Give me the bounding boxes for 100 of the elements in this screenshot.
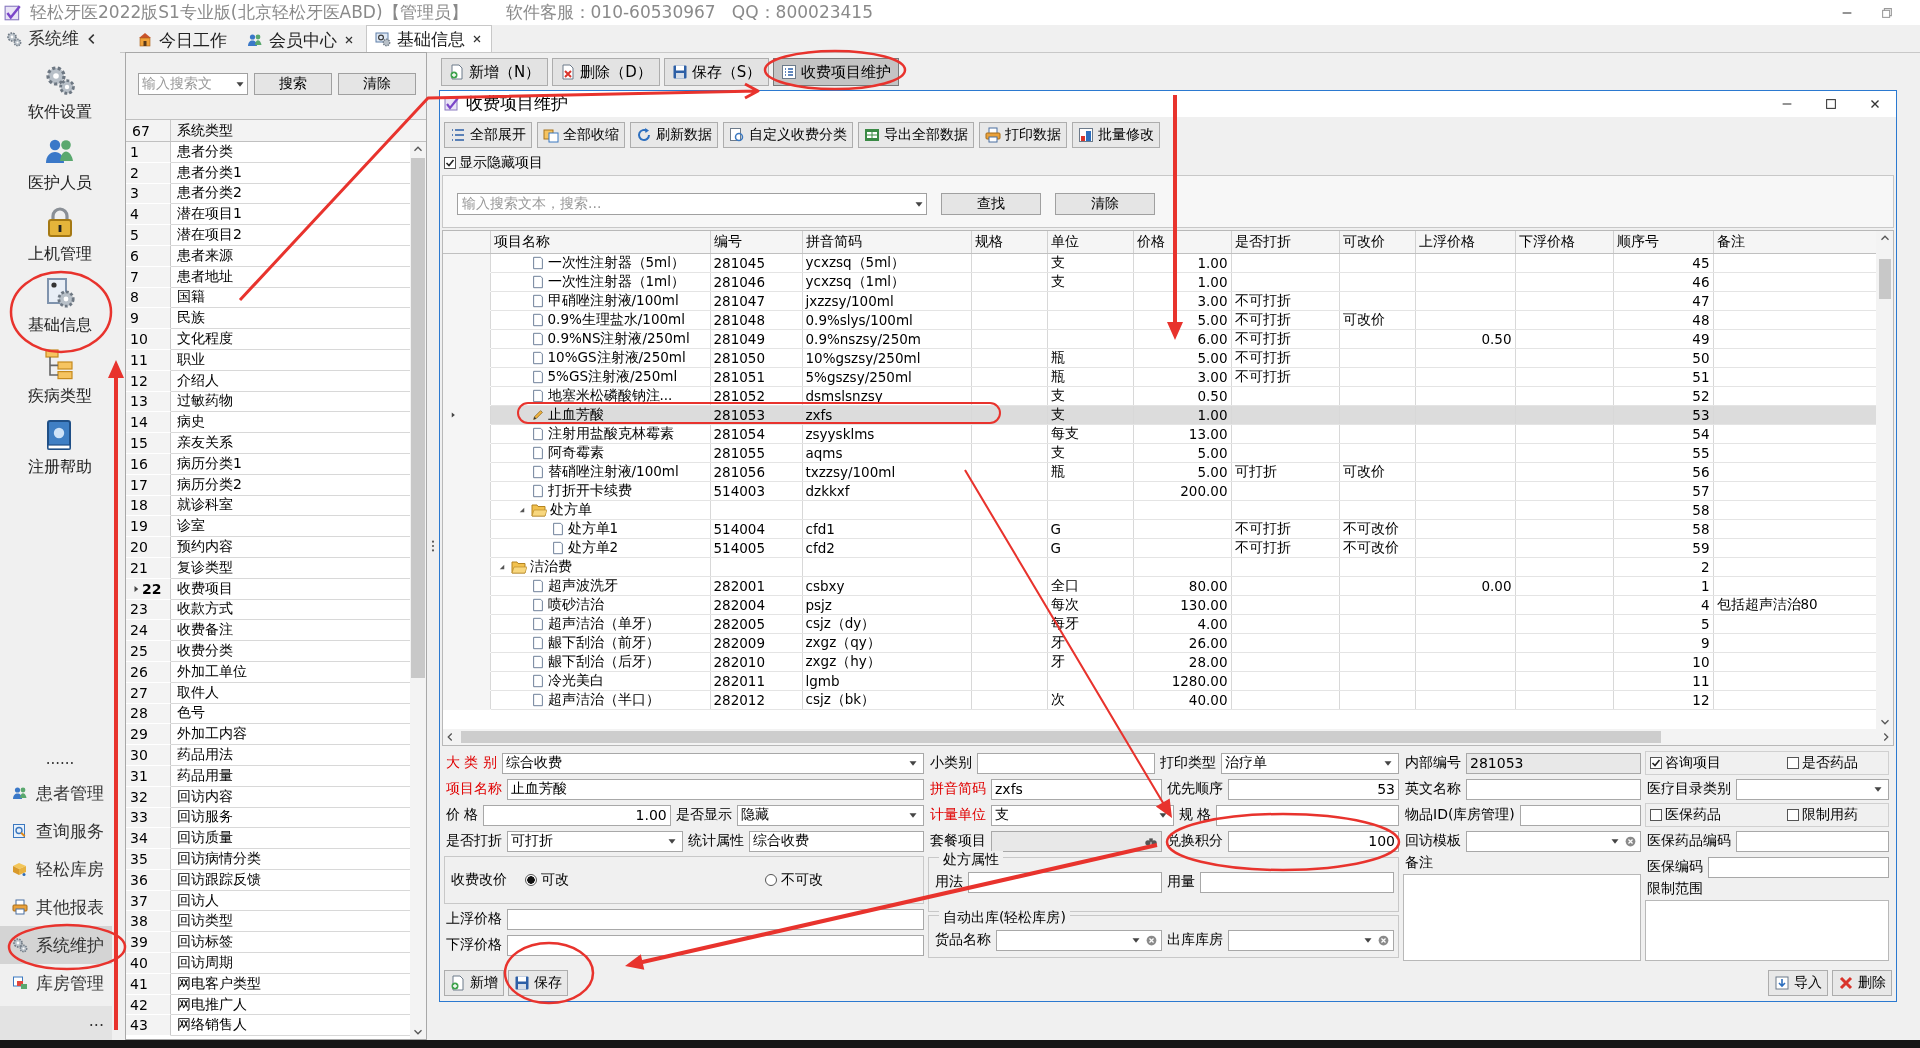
- list-item[interactable]: 亲友关系: [171, 433, 410, 454]
- dropdown-field[interactable]: [1228, 929, 1394, 951]
- list-item[interactable]: 回访标签: [171, 932, 410, 954]
- toolbar-button[interactable]: 批量修改: [1072, 121, 1160, 148]
- tab[interactable]: 基础信息: [366, 25, 492, 52]
- list-item[interactable]: 网电推广人: [171, 994, 410, 1016]
- column-header[interactable]: 价格: [1133, 231, 1231, 254]
- dropdown-field[interactable]: 支: [991, 804, 1174, 826]
- table-row[interactable]: 处方单1 514004 cfd1 G 不可打折 不可改价 58: [443, 519, 1876, 539]
- nav-item[interactable]: 上机管理: [5, 204, 115, 275]
- dropdown-field[interactable]: 治疗单: [1221, 752, 1399, 774]
- checkbox[interactable]: 医保药品: [1650, 806, 1747, 824]
- list-item[interactable]: 职业: [171, 349, 410, 371]
- column-header[interactable]: 拼音简码: [802, 231, 971, 254]
- footer-button[interactable]: 新增: [444, 970, 504, 996]
- toolbar-button[interactable]: 全部收缩: [537, 121, 625, 148]
- dropdown-field[interactable]: [1736, 778, 1889, 800]
- list-item[interactable]: 国籍: [171, 287, 410, 309]
- close-icon[interactable]: [343, 34, 355, 46]
- nav-item[interactable]: 基础信息: [5, 275, 115, 346]
- radio-option[interactable]: 不可改: [765, 871, 823, 889]
- clear-icon[interactable]: [1377, 933, 1390, 947]
- vertical-scrollbar[interactable]: [1876, 231, 1893, 729]
- scrollbar-thumb[interactable]: [411, 158, 425, 678]
- toolbar-button[interactable]: 刷新数据: [630, 121, 718, 148]
- input-field[interactable]: [507, 934, 924, 956]
- maximize-icon[interactable]: [1824, 96, 1838, 111]
- list-item[interactable]: 预约内容: [171, 537, 410, 558]
- input-field[interactable]: [1200, 871, 1394, 893]
- input-field[interactable]: 综合收费: [748, 830, 924, 852]
- table-row[interactable]: 龈下刮治（后牙） 282010 zxgz（hy） 牙 28.00 10: [443, 652, 1876, 672]
- list-item[interactable]: 介绍人: [171, 370, 410, 392]
- table-row[interactable]: 超声洁治（半口） 282012 csjz（bk） 次 40.00 12: [443, 690, 1876, 710]
- scrollbar-thumb[interactable]: [1878, 259, 1891, 300]
- input-field[interactable]: 281053: [1466, 752, 1641, 774]
- list-item[interactable]: 诊室: [171, 516, 410, 538]
- list-item[interactable]: 网电客户类型: [171, 973, 410, 995]
- toolbar-button[interactable]: 全部展开: [444, 121, 532, 148]
- list-item[interactable]: 外加工单位: [171, 661, 410, 683]
- restore-icon[interactable]: [1880, 5, 1894, 20]
- search-button[interactable]: 搜索: [254, 73, 332, 95]
- clear-icon[interactable]: [1145, 933, 1158, 947]
- footer-button[interactable]: 导入: [1768, 970, 1828, 996]
- list-item[interactable]: 患者分类: [171, 142, 410, 163]
- toolbar-button[interactable]: 打印数据: [979, 121, 1067, 148]
- nav-item[interactable]: 其他报表: [0, 888, 112, 926]
- list-item[interactable]: 回访人: [171, 890, 410, 912]
- list-item[interactable]: 患者分类2: [171, 183, 410, 205]
- list-item[interactable]: 色号: [171, 703, 410, 725]
- table-row[interactable]: 甲硝唑注射液/100ml 281047 jxzzsy/100ml 3.00 不可打折 47: [443, 291, 1876, 311]
- toolbar-button[interactable]: 新增（N）: [441, 58, 549, 86]
- table-row[interactable]: 打折开卡续费 514003 dzkkxf 200.00 57: [443, 481, 1876, 501]
- table-row[interactable]: 阿奇霉素 281055 aqms 支 5.00 55: [443, 443, 1876, 463]
- toolbar-button[interactable]: 删除（D）: [552, 58, 660, 86]
- clear-icon[interactable]: [1624, 834, 1637, 848]
- input-field[interactable]: [968, 871, 1162, 893]
- list-item[interactable]: 病史: [171, 412, 410, 434]
- input-field[interactable]: 100: [1228, 830, 1399, 852]
- table-row[interactable]: 龈下刮治（前牙） 282009 zxgz（qy） 牙 26.00 9: [443, 633, 1876, 653]
- nav-item[interactable]: 查询服务: [0, 812, 112, 850]
- list-item[interactable]: 患者分类1: [171, 162, 410, 184]
- column-header[interactable]: 编号: [710, 231, 802, 254]
- list-item[interactable]: 收费分类: [171, 641, 410, 662]
- list-item[interactable]: 过敏药物: [171, 391, 410, 413]
- close-icon[interactable]: [471, 33, 483, 45]
- input-field[interactable]: [1708, 856, 1889, 878]
- checkbox[interactable]: 咨询项目: [1650, 754, 1747, 772]
- nav-item[interactable]: 疾病类型: [5, 346, 115, 417]
- table-row[interactable]: 10%GS注射液/250ml 281050 10%gszsy/250ml 瓶 5.00 不可打折 50: [443, 348, 1876, 368]
- table-row[interactable]: 替硝唑注射液/100ml 281056 txzzsy/100ml 瓶 5.00 可打折 可改价 56: [443, 462, 1876, 482]
- nav-item[interactable]: 轻松库房: [0, 850, 112, 888]
- lookup-field[interactable]: [991, 830, 1162, 852]
- checkbox[interactable]: 限制用药: [1787, 806, 1884, 824]
- nav-item[interactable]: 库房管理: [0, 964, 112, 1002]
- list-item[interactable]: 潜在项目2: [171, 225, 410, 246]
- tab[interactable]: 今日工作: [128, 27, 236, 52]
- table-row[interactable]: 0.9%生理盐水/100ml 281048 0.9%slys/100ml 5.00 不可打折 可改价 48: [443, 310, 1876, 330]
- table-row[interactable]: 喷砂洁治 282004 psjz 每次 130.00 4 包括超声洁治80: [443, 595, 1876, 615]
- input-field[interactable]: zxfs: [991, 778, 1162, 800]
- toolbar-button[interactable]: 导出全部数据: [858, 121, 974, 148]
- text-area[interactable]: [1645, 900, 1889, 961]
- list-item[interactable]: 就诊科室: [171, 495, 410, 517]
- column-header[interactable]: 顺序号: [1613, 231, 1713, 254]
- table-row[interactable]: 处方单2 514005 cfd2 G 不可打折 不可改价 59: [443, 538, 1876, 558]
- horizontal-scrollbar[interactable]: [443, 729, 1893, 745]
- input-field[interactable]: [1216, 804, 1399, 826]
- scrollbar-thumb[interactable]: [461, 731, 1661, 743]
- list-item[interactable]: 回访服务: [171, 807, 410, 829]
- table-row[interactable]: 洁治费 2: [443, 557, 1876, 577]
- input-field[interactable]: 止血芳酸: [507, 778, 924, 800]
- table-row[interactable]: 处方单 58: [443, 500, 1876, 520]
- nav-item[interactable]: 系统维护: [0, 926, 112, 964]
- list-item[interactable]: 回访类型: [171, 911, 410, 933]
- dropdown-field[interactable]: 隐藏: [736, 804, 924, 826]
- radio-option[interactable]: 可改: [525, 871, 569, 889]
- dropdown-field[interactable]: 可打折: [507, 830, 683, 852]
- list-item[interactable]: 药品用量: [171, 765, 410, 787]
- nav-item[interactable]: 医护人员: [5, 133, 115, 204]
- column-header[interactable]: 上浮价格: [1415, 231, 1515, 254]
- list-item[interactable]: 民族: [171, 308, 410, 330]
